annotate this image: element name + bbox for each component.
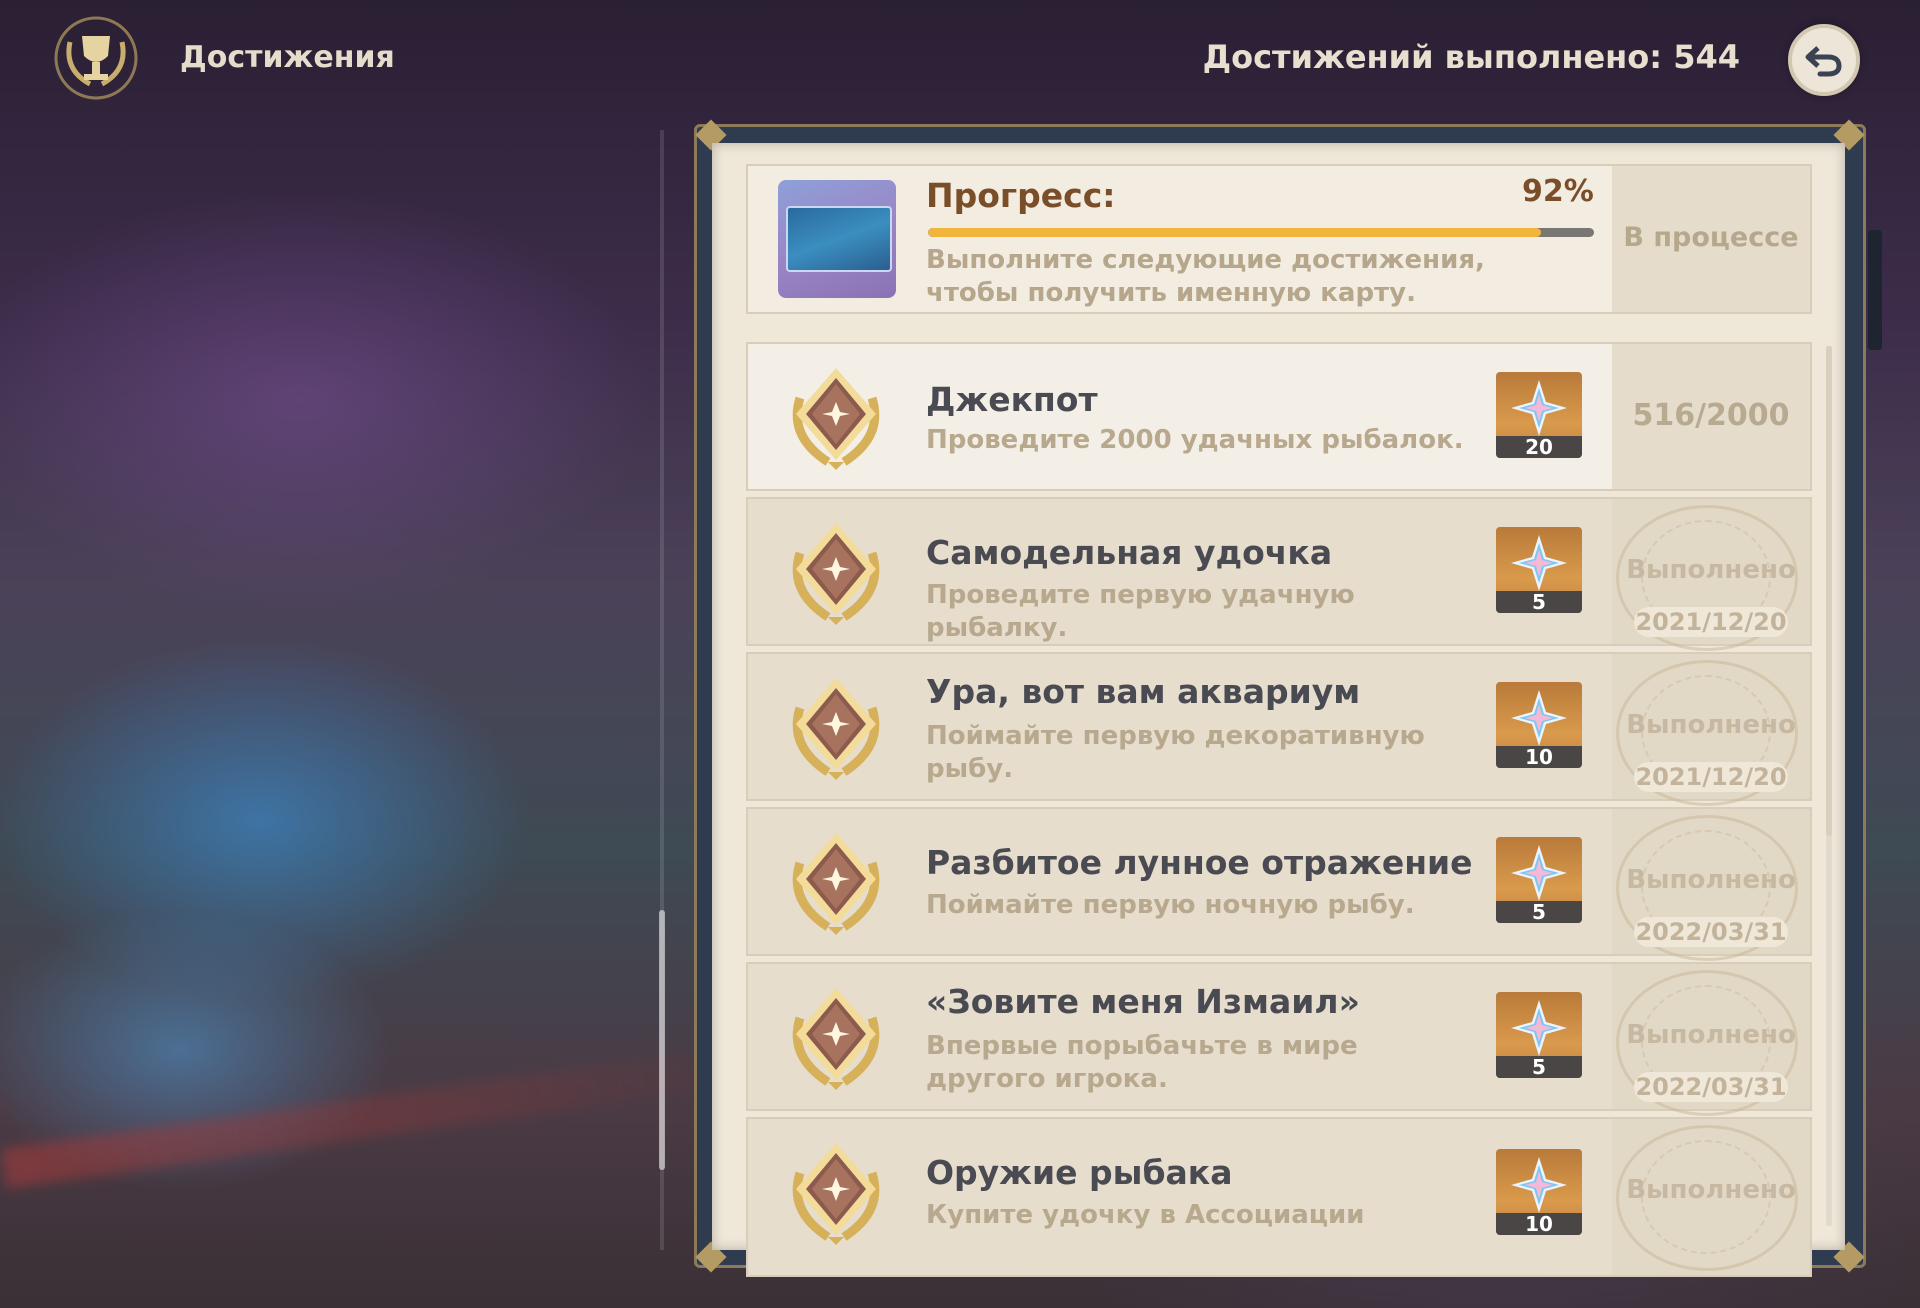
achievement-status: Выполнено [1626, 555, 1796, 585]
achievement-description: Впервые порыбачьте в мире другого игрока… [926, 1031, 1358, 1094]
reward-quantity: 10 [1496, 1213, 1582, 1235]
achievement-status: Выполнено [1626, 710, 1796, 740]
reward-item[interactable]: 5 [1496, 527, 1582, 613]
primogem-icon [1511, 690, 1567, 746]
back-arrow-icon [1805, 46, 1842, 77]
namecard-image [778, 180, 896, 298]
progress-bar [928, 228, 1594, 237]
achievement-card[interactable]: Оружие рыбака Купите удочку в Ассоциации… [746, 1117, 1812, 1277]
reward-quantity: 20 [1496, 436, 1582, 458]
progress-status: В процессе [1623, 222, 1799, 253]
achievement-description: Поймайте первую ночную рыбу. [926, 890, 1415, 920]
primogem-icon [1511, 845, 1567, 901]
achievement-title: Джекпот [926, 380, 1098, 419]
reward-quantity: 5 [1496, 1056, 1582, 1078]
achievement-medal-icon [792, 368, 880, 470]
book-tab [1868, 230, 1882, 350]
achievement-medal-icon [792, 1143, 880, 1245]
achievement-title: Самодельная удочка [926, 533, 1333, 572]
achievement-medal-icon [792, 833, 880, 935]
completion-date: 2021/12/20 [1634, 607, 1788, 637]
reward-item[interactable]: 20 [1496, 372, 1582, 458]
trophy-icon [50, 12, 142, 104]
back-button[interactable] [1788, 24, 1860, 96]
achievement-card[interactable]: Джекпот Проведите 2000 удачных рыбалок. … [746, 342, 1812, 491]
reward-item[interactable]: 10 [1496, 1149, 1582, 1235]
achievement-title: Оружие рыбака [926, 1153, 1233, 1192]
completion-date: 2022/03/31 [1634, 1072, 1788, 1102]
primogem-icon [1511, 535, 1567, 591]
primogem-icon [1511, 1157, 1567, 1213]
reward-item[interactable]: 5 [1496, 837, 1582, 923]
achievement-medal-icon [792, 523, 880, 625]
achievement-title: «Зовите меня Измаил» [926, 982, 1360, 1021]
completion-date: 2022/03/31 [1634, 917, 1788, 947]
primogem-icon [1511, 1000, 1567, 1056]
primogem-icon [1511, 380, 1567, 436]
list-scroll-thumb[interactable] [1826, 346, 1832, 836]
progress-bar-fill [928, 228, 1541, 237]
achievement-progress-count: 516/2000 [1632, 398, 1790, 433]
achievement-medal-icon [792, 988, 880, 1090]
category-scroll-thumb[interactable] [659, 910, 665, 1170]
page-title: Достижения [180, 40, 395, 75]
namecard-progress-card: Прогресс: 92% Выполните следующие достиж… [746, 164, 1812, 314]
achievement-medal-icon [792, 678, 880, 780]
achievement-description: Поймайте первую декоративную рыбу. [926, 721, 1425, 784]
progress-label: Прогресс: [926, 176, 1116, 215]
achievement-description: Проведите 2000 удачных рыбалок. [926, 425, 1464, 455]
reward-item[interactable]: 5 [1496, 992, 1582, 1078]
background-decor [0, 1051, 700, 1189]
achievement-status: Выполнено [1626, 865, 1796, 895]
completed-count: Достижений выполнено: 544 [1202, 38, 1740, 76]
reward-item[interactable]: 10 [1496, 682, 1582, 768]
achievement-card[interactable]: Самодельная удочка Проведите первую удач… [746, 497, 1812, 651]
completion-date: 2021/12/20 [1634, 762, 1788, 792]
achievement-title: Ура, вот вам аквариум [926, 672, 1361, 711]
achievement-card[interactable]: «Зовите меня Измаил» Впервые порыбачьте … [746, 962, 1812, 1116]
reward-quantity: 5 [1496, 591, 1582, 613]
reward-quantity: 10 [1496, 746, 1582, 768]
progress-description: Выполните следующие достижения, чтобы по… [926, 245, 1485, 308]
achievement-description: Купите удочку в Ассоциации [926, 1200, 1365, 1230]
achievement-card[interactable]: Ура, вот вам аквариум Поймайте первую де… [746, 652, 1812, 806]
achievement-status: Выполнено [1626, 1175, 1796, 1205]
achievement-description: Проведите первую удачную рыбалку. [926, 580, 1355, 643]
achievement-status: Выполнено [1626, 1020, 1796, 1050]
reward-quantity: 5 [1496, 901, 1582, 923]
progress-percent: 92% [1522, 174, 1594, 209]
achievement-title: Разбитое лунное отражение [926, 843, 1473, 882]
achievement-card[interactable]: Разбитое лунное отражение Поймайте перву… [746, 807, 1812, 961]
